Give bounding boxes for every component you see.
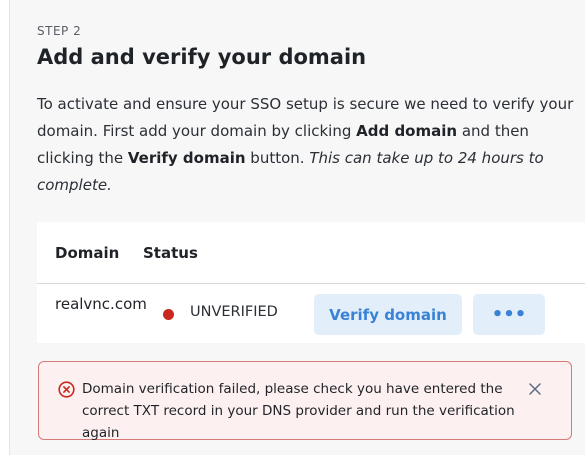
description-bold-verify-domain: Verify domain — [127, 149, 246, 167]
error-circle-icon — [58, 381, 75, 398]
status-badge: UNVERIFIED — [190, 304, 278, 320]
close-icon[interactable] — [528, 382, 542, 396]
description-text: button. — [245, 149, 310, 167]
description-bold-add-domain: Add domain — [356, 122, 458, 140]
column-header-status: Status — [143, 244, 198, 262]
step-description: To activate and ensure your SSO setup is… — [37, 91, 577, 199]
table-header: Domain Status — [37, 222, 585, 284]
domain-cell: realvnc.com — [55, 295, 147, 313]
verify-domain-button[interactable]: Verify domain — [314, 294, 462, 335]
more-options-button[interactable]: ••• — [473, 294, 545, 335]
error-alert: Domain verification failed, please check… — [38, 361, 572, 441]
step-label: STEP 2 — [37, 24, 82, 38]
domain-table: Domain Status realvnc.com UNVERIFIED Ver… — [37, 222, 585, 343]
table-row: realvnc.com UNVERIFIED Verify domain ••• — [37, 285, 585, 343]
column-header-domain: Domain — [55, 244, 120, 262]
step-panel: STEP 2 Add and verify your domain To act… — [9, 0, 585, 455]
alert-message: Domain verification failed, please check… — [82, 381, 515, 441]
page-title: Add and verify your domain — [37, 45, 367, 69]
status-dot-icon — [163, 309, 174, 320]
